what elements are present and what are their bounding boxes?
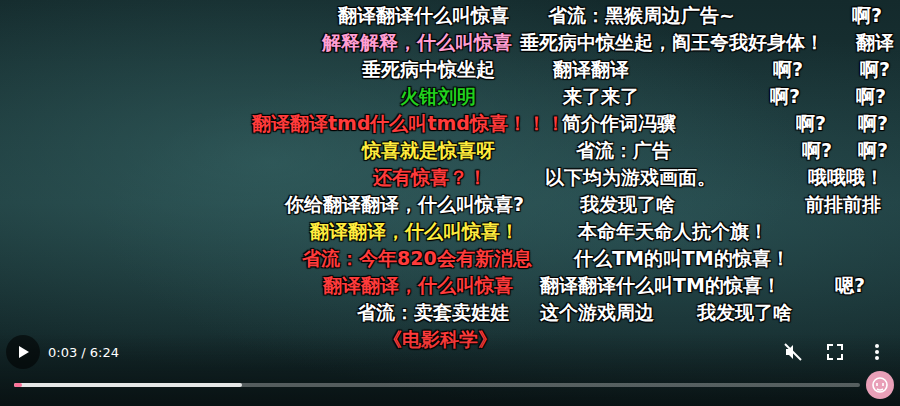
- progress-track[interactable]: [14, 383, 860, 387]
- danmaku-comment: 翻译翻译，什么叫惊喜: [323, 272, 513, 298]
- danmaku-comment: 翻译翻译: [553, 56, 629, 82]
- danmaku-comment: 省流：黑猴周边广告~: [548, 2, 735, 28]
- fullscreen-icon: [827, 344, 843, 360]
- play-button[interactable]: [6, 335, 40, 369]
- more-icon: [874, 343, 880, 361]
- danmaku-comment: 还有惊喜？！: [373, 164, 487, 190]
- danmaku-comment: 本命年天命人抗个旗！: [578, 218, 768, 244]
- danmaku-comment: 省流：卖套卖娃娃: [357, 299, 509, 325]
- progress-row: [6, 371, 894, 399]
- danmaku-comment: 哦哦哦！: [808, 164, 884, 190]
- danmaku-comment: 翻译: [856, 29, 894, 55]
- danmaku-comment: 啊?: [858, 137, 888, 163]
- more-button[interactable]: [860, 337, 894, 367]
- danmaku-comment: 什么TM的叫TM的惊喜！: [574, 245, 790, 271]
- danmaku-comment: 惊喜就是惊喜呀: [362, 137, 495, 163]
- danmaku-comment: 啊?: [773, 56, 803, 82]
- video-player[interactable]: 翻译翻译什么叫惊喜 省流：黑猴周边广告~ 啊? 解释解释，什么叫惊喜垂死病中惊坐起，阎…: [0, 0, 900, 406]
- danmaku-comment: 翻译翻译什么叫TM的惊喜！: [540, 272, 781, 298]
- danmaku-comment: 翻译翻译，什么叫惊喜！: [310, 218, 519, 244]
- danmaku-comment: 我发现了啥: [580, 191, 675, 217]
- danmaku-comment: 啊?: [852, 2, 882, 28]
- danmaku-comment: 啊?: [796, 110, 826, 136]
- danmaku-comment: 啊?: [802, 137, 832, 163]
- danmaku-comment: 解释解释，什么叫惊喜: [322, 29, 512, 55]
- danmaku-comment: 翻译翻译tmd什么叫tmd惊喜！！！: [252, 110, 565, 136]
- danmaku-comment: 你给翻译翻译，什么叫惊喜?: [285, 191, 524, 217]
- danmaku-comment: 垂死病中惊坐起: [362, 56, 495, 82]
- danmaku-comment: 省流：今年820会有新消息: [302, 245, 532, 271]
- danmaku-comment: 垂死病中惊坐起，阎王夸我好身体！: [520, 29, 824, 55]
- play-icon: [16, 345, 30, 359]
- danmaku-comment: 我发现了啥: [697, 299, 792, 325]
- danmaku-comment: 啊?: [856, 83, 886, 109]
- danmaku-comment: 省流：广告: [576, 137, 671, 163]
- danmaku-comment: 简介作词冯骥: [562, 110, 676, 136]
- danmaku-comment: 来了来了: [563, 83, 639, 109]
- buffered-fill: [14, 383, 242, 387]
- danmaku-comment: 啊?: [860, 56, 890, 82]
- time-display: 0:03 / 6:24: [48, 345, 119, 360]
- fullscreen-button[interactable]: [818, 337, 852, 367]
- danmaku-comment: 前排前排: [805, 191, 881, 217]
- control-row: 0:03 / 6:24: [6, 333, 894, 371]
- played-fill: [14, 383, 22, 387]
- danmaku-comment: 啊?: [858, 110, 888, 136]
- danmaku-comment: 嗯?: [835, 272, 865, 298]
- right-controls: [776, 337, 894, 367]
- danmaku-comment: 这个游戏周边: [540, 299, 654, 325]
- control-bar: 0:03 / 6:24: [0, 333, 900, 406]
- danmaku-comment: 以下均为游戏画面。: [545, 164, 716, 190]
- volume-button[interactable]: [776, 337, 810, 367]
- danmaku-comment: 火钳刘明: [400, 83, 476, 109]
- left-controls: 0:03 / 6:24: [6, 335, 119, 369]
- danmaku-comment: 翻译翻译什么叫惊喜: [338, 2, 509, 28]
- assistant-button[interactable]: [866, 371, 894, 399]
- assistant-icon: [871, 376, 889, 394]
- danmaku-comment: 啊?: [770, 83, 800, 109]
- muted-speaker-icon: [783, 342, 803, 362]
